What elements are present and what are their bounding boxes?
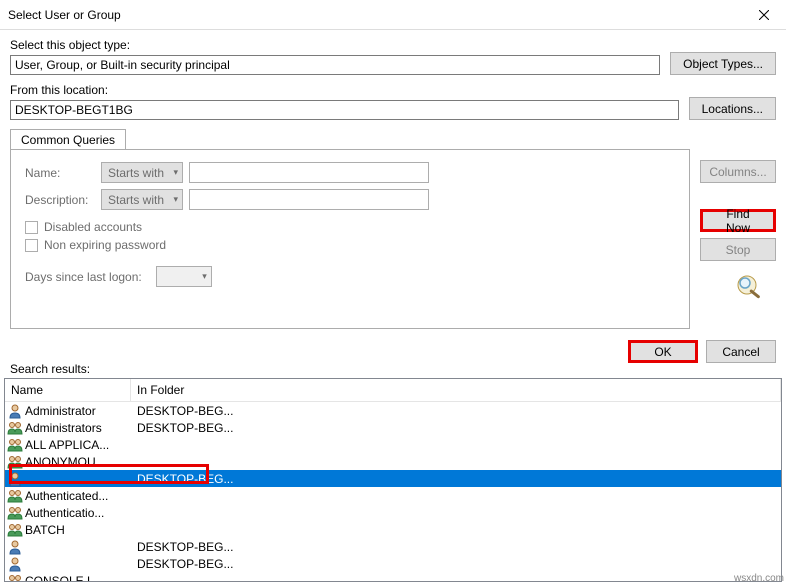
user-icon [7, 471, 23, 487]
close-button[interactable] [741, 0, 786, 30]
search-results-label: Search results: [10, 362, 90, 376]
days-since-logon-label: Days since last logon: [25, 270, 142, 284]
result-name: Administrators [25, 421, 133, 435]
object-type-label: Select this object type: [10, 38, 660, 52]
stop-button[interactable]: Stop [700, 238, 776, 261]
location-field[interactable]: DESKTOP-BEGT1BG [10, 100, 679, 120]
disabled-accounts-checkbox[interactable] [25, 221, 38, 234]
result-name: BATCH [25, 523, 133, 537]
result-name: CONSOLE L... [25, 574, 133, 582]
common-queries-panel: Name: Starts with▾ Description: Starts w… [10, 149, 690, 329]
table-row[interactable]: Authenticated... [5, 487, 781, 504]
table-row[interactable]: ALL APPLICA... [5, 436, 781, 453]
search-results-list[interactable]: Name In Folder AdministratorDESKTOP-BEG.… [4, 378, 782, 582]
group-icon [7, 505, 23, 521]
description-input[interactable] [189, 189, 429, 210]
group-icon [7, 420, 23, 436]
col-header-folder[interactable]: In Folder [131, 379, 781, 401]
chevron-down-icon: ▾ [173, 194, 178, 205]
chevron-down-icon: ▾ [173, 167, 178, 178]
table-row[interactable]: ...DESKTOP-BEG... [5, 470, 781, 487]
find-icon [734, 272, 768, 303]
close-icon [759, 10, 769, 20]
result-name: Administrator [25, 404, 133, 418]
cancel-button[interactable]: Cancel [706, 340, 776, 363]
result-name: ... [25, 472, 133, 486]
description-mode-combo[interactable]: Starts with▾ [101, 189, 183, 210]
result-folder: DESKTOP-BEG... [133, 404, 233, 418]
non-expiring-checkbox[interactable] [25, 239, 38, 252]
table-row[interactable]: BATCH [5, 521, 781, 538]
days-since-logon-combo[interactable]: ▾ [156, 266, 212, 287]
location-label: From this location: [10, 83, 679, 97]
group-icon [7, 522, 23, 538]
user-icon [7, 539, 23, 555]
table-row[interactable]: AdministratorDESKTOP-BEG... [5, 402, 781, 419]
window-title: Select User or Group [8, 8, 121, 22]
description-label: Description: [25, 193, 95, 207]
tab-common-queries[interactable]: Common Queries [10, 129, 126, 150]
ok-button[interactable]: OK [628, 340, 698, 363]
table-row[interactable]: AdministratorsDESKTOP-BEG... [5, 419, 781, 436]
object-type-field[interactable]: User, Group, or Built-in security princi… [10, 55, 660, 75]
watermark: wsxdn.com [734, 573, 784, 584]
col-header-name[interactable]: Name [5, 379, 131, 401]
group-icon [7, 573, 23, 582]
table-row[interactable]: ANONYMOU... [5, 453, 781, 470]
result-name: ANONYMOU... [25, 455, 133, 469]
find-now-button[interactable]: Find Now [700, 209, 776, 232]
result-name: Authenticatio... [25, 506, 133, 520]
result-folder: DESKTOP-BEG... [133, 421, 233, 435]
result-folder: DESKTOP-BEG... [133, 472, 233, 486]
user-icon [7, 556, 23, 572]
object-types-button[interactable]: Object Types... [670, 52, 776, 75]
table-row[interactable]: Authenticatio... [5, 504, 781, 521]
group-icon [7, 488, 23, 504]
result-folder: DESKTOP-BEG... [133, 557, 233, 571]
result-name: ALL APPLICA... [25, 438, 133, 452]
user-icon [7, 403, 23, 419]
table-row[interactable]: CONSOLE L... [5, 572, 781, 581]
group-icon [7, 454, 23, 470]
result-folder: DESKTOP-BEG... [133, 540, 233, 554]
result-name: Authenticated... [25, 489, 133, 503]
name-input[interactable] [189, 162, 429, 183]
table-row[interactable]: DESKTOP-BEG... [5, 538, 781, 555]
non-expiring-label: Non expiring password [44, 238, 166, 252]
name-label: Name: [25, 166, 95, 180]
locations-button[interactable]: Locations... [689, 97, 776, 120]
table-row[interactable]: DESKTOP-BEG... [5, 555, 781, 572]
columns-button[interactable]: Columns... [700, 160, 776, 183]
disabled-accounts-label: Disabled accounts [44, 220, 142, 234]
name-mode-combo[interactable]: Starts with▾ [101, 162, 183, 183]
chevron-down-icon: ▾ [202, 271, 207, 282]
group-icon [7, 437, 23, 453]
